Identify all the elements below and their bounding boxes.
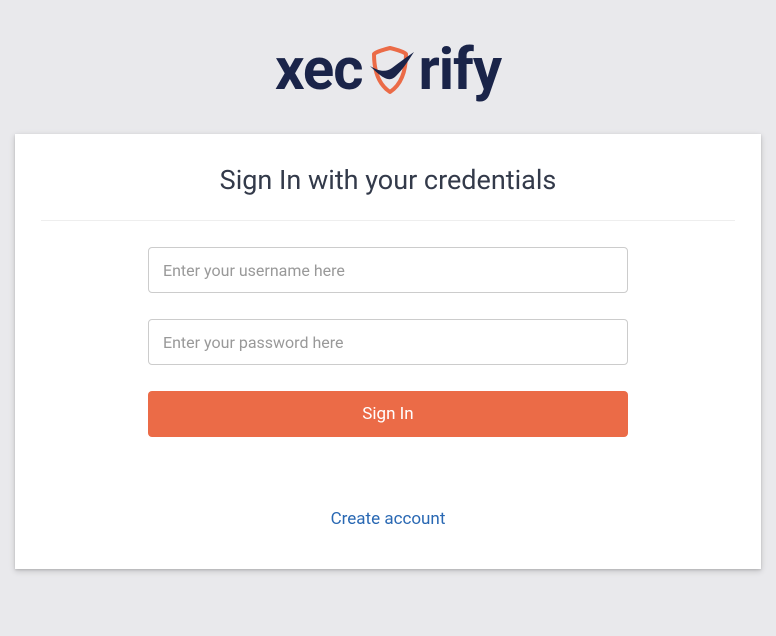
shield-icon bbox=[362, 42, 418, 98]
logo-area: xec rify bbox=[275, 0, 501, 134]
create-account-link[interactable]: Create account bbox=[331, 509, 446, 529]
signin-button[interactable]: Sign In bbox=[148, 391, 628, 437]
card-title: Sign In with your credentials bbox=[71, 164, 705, 196]
create-account-area: Create account bbox=[331, 509, 446, 529]
signin-card: Sign In with your credentials Sign In Cr… bbox=[15, 134, 761, 569]
password-input[interactable] bbox=[148, 319, 628, 365]
brand-logo: xec rify bbox=[275, 36, 501, 104]
logo-text-right: rify bbox=[418, 36, 501, 104]
username-input[interactable] bbox=[148, 247, 628, 293]
card-header: Sign In with your credentials bbox=[41, 134, 735, 221]
logo-text-left: xec bbox=[275, 36, 362, 104]
signin-form: Sign In Create account bbox=[15, 221, 761, 529]
